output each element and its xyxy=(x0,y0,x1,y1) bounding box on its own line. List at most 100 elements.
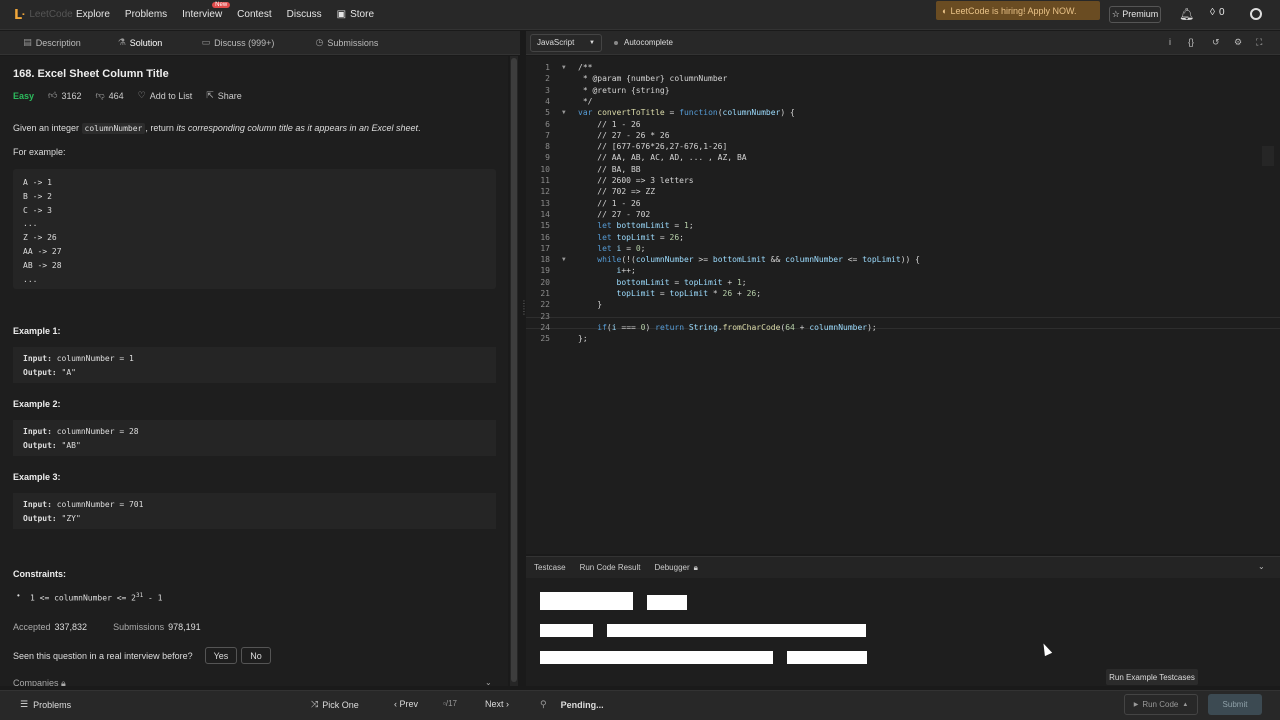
tab-solution[interactable]: ⚗ Solution xyxy=(104,31,176,55)
input-label: Input: xyxy=(23,354,52,363)
braces-icon[interactable]: {} xyxy=(1188,37,1194,47)
code-line: 11 // 2600 => 3 letters xyxy=(540,176,694,185)
discuss-icon: ▭ xyxy=(201,37,211,47)
autocomplete-label: Autocomplete xyxy=(624,38,673,47)
code-line: 22 } xyxy=(540,300,603,310)
page-count: /17 xyxy=(445,699,457,708)
loading-placeholder xyxy=(607,624,866,637)
nav-explore[interactable]: Explore xyxy=(76,9,110,20)
code-line: 9 // AA, AB, AC, AD, ... , AZ, BA xyxy=(545,153,747,163)
code-line: 23 xyxy=(540,311,550,321)
example-1-title: Example 1: xyxy=(13,326,61,336)
new-badge: New xyxy=(212,2,231,8)
like-count: 3162 xyxy=(61,90,82,101)
add-to-list-button[interactable]: ♡ Add to List xyxy=(138,90,193,101)
nav-contest[interactable]: Contest xyxy=(237,9,271,20)
difficulty-badge: Easy xyxy=(13,90,35,101)
nav-interview-label: Interview xyxy=(182,9,223,20)
tab-description-label: Description xyxy=(35,37,81,48)
tab-debugger[interactable]: Debugger 🔒︎ xyxy=(655,563,698,573)
run-tooltip: Run Example Testcases xyxy=(1106,669,1198,685)
run-code-button[interactable]: ▶ Run Code ▲ xyxy=(1124,694,1198,715)
flask-icon: ⚗ xyxy=(117,37,126,47)
next-button[interactable]: Next › xyxy=(485,699,509,709)
share-button[interactable]: ⇱ Share xyxy=(206,90,242,101)
submissions-label: Submissions xyxy=(113,622,165,632)
interview-question-row: Seen this question in a real interview b… xyxy=(13,647,271,664)
no-button[interactable]: No xyxy=(241,647,271,664)
avatar[interactable] xyxy=(1250,8,1262,20)
submissions-count: 978,191 xyxy=(168,622,201,632)
tab-description[interactable]: ▤ Description xyxy=(0,31,104,55)
code-line: 25}; xyxy=(540,334,588,344)
tab-discuss[interactable]: ▭ Discuss (999+) xyxy=(176,31,300,55)
list-icon: ☰ xyxy=(20,699,29,709)
tab-testcase[interactable]: Testcase xyxy=(534,563,566,572)
constraint-item: 1 <= columnNumber <= 231 - 1 xyxy=(17,591,163,603)
pick-one-button[interactable]: ⤨ Pick One xyxy=(311,699,359,710)
fullscreen-icon[interactable]: ⛶ xyxy=(1256,37,1262,48)
banner-bullet-icon: ◐ xyxy=(942,5,948,16)
leetcode-logo[interactable]: ᒷ LeetCode xyxy=(14,7,76,23)
like-button[interactable]: 👍︎ 3162 xyxy=(48,90,81,101)
submit-button[interactable]: Submit xyxy=(1208,694,1262,715)
info-icon[interactable]: i xyxy=(1169,37,1171,47)
bell-icon[interactable]: 🔔︎ xyxy=(1179,7,1194,21)
toggle-dot-icon xyxy=(614,40,618,45)
code-line: 21 topLimit = topLimit * 26 + 26; xyxy=(540,289,762,298)
pending-label: Pending... xyxy=(560,699,604,710)
dislike-button[interactable]: 👎︎ 464 xyxy=(95,90,123,101)
nav-store[interactable]: ▣ Store xyxy=(337,9,374,20)
thumbs-up-icon: 👍︎ xyxy=(48,90,58,100)
yes-button[interactable]: Yes xyxy=(204,647,238,664)
mapping-line: AA -> 27 xyxy=(23,246,62,256)
page-indicator: ▫/17 xyxy=(443,699,457,708)
chevron-down-icon[interactable]: ⌄ xyxy=(485,678,492,686)
hiring-banner[interactable]: ◐ LeetCode is hiring! Apply NOW. xyxy=(936,1,1100,20)
hiring-banner-text: LeetCode is hiring! Apply NOW. xyxy=(950,5,1077,16)
mapping-code-block: A -> 1 B -> 2 C -> 3... Z -> 26 AA -> 27 AB -… xyxy=(13,169,496,289)
autocomplete-toggle[interactable]: Autocomplete xyxy=(614,38,673,47)
tab-debugger-label: Debugger xyxy=(654,563,690,572)
code-editor[interactable]: 1 ▼/** 2 * @param {number} columnNumber 3… xyxy=(526,56,1280,554)
language-selected: JavaScript xyxy=(537,38,575,47)
streak-counter[interactable]: ◊ 0 xyxy=(1210,7,1225,18)
statement-code: columnNumber xyxy=(81,123,146,134)
accepted-label: Accepted xyxy=(13,622,51,632)
nav-problems[interactable]: Problems xyxy=(125,9,167,20)
code-line: 7 // 27 - 26 * 26 xyxy=(545,130,670,140)
tab-run-code-result[interactable]: Run Code Result xyxy=(580,563,641,572)
chevron-down-icon[interactable]: ⌄ xyxy=(1258,562,1265,571)
prev-button[interactable]: ‹ Prev xyxy=(394,699,418,709)
mapping-line: B -> 2 xyxy=(23,191,52,201)
reset-icon[interactable]: ↺ xyxy=(1212,37,1220,48)
code-line: 17 let i = 0; xyxy=(540,243,646,253)
flame-icon: ◊ xyxy=(1210,7,1215,18)
example-3-input: columnNumber = 701 xyxy=(56,500,144,509)
language-select[interactable]: JavaScript ▼ xyxy=(530,33,602,52)
nav-discuss[interactable]: Discuss xyxy=(287,9,322,20)
left-scrollbar-thumb[interactable] xyxy=(511,58,517,682)
tab-solution-label: Solution xyxy=(129,37,163,48)
nav-interview[interactable]: Interview New xyxy=(182,2,231,20)
shuffle-icon: ⤨ xyxy=(311,699,319,709)
settings-icon[interactable]: ⚙ xyxy=(1234,37,1242,48)
problem-title: 168. Excel Sheet Column Title xyxy=(13,68,169,80)
premium-button[interactable]: ☆ Premium xyxy=(1109,6,1161,23)
loading-placeholder xyxy=(540,624,593,637)
editor-toolbar: JavaScript ▼ Autocomplete xyxy=(526,31,1280,55)
companies-section[interactable]: Companies 🔒︎ xyxy=(13,678,66,686)
console-tabs: Testcase Run Code Result Debugger 🔒︎ xyxy=(526,556,1280,578)
output-label: Output: xyxy=(23,514,57,523)
code-line: 18 ▼ while(!(columnNumber >= bottomLimit … xyxy=(540,255,920,265)
example-2-title: Example 2: xyxy=(13,399,61,409)
code-line: 5 ▼ var convertToTitle = function(columnNu… xyxy=(545,108,795,118)
tab-submissions[interactable]: ◷ Submissions xyxy=(300,31,394,55)
code-line: 3 * @return {string} xyxy=(545,85,670,95)
panel-splitter-handle[interactable]: ⋮ ⋮ xyxy=(520,300,528,330)
problems-list-button[interactable]: ☰ Problems xyxy=(20,699,71,710)
store-icon: ▣ xyxy=(336,9,347,20)
input-label: Input: xyxy=(23,500,52,509)
code-line: 20 bottomLimit = topLimit + 1; xyxy=(540,277,747,287)
example-2-block: Input: columnNumber = 28 Output: "AB" xyxy=(13,420,496,456)
